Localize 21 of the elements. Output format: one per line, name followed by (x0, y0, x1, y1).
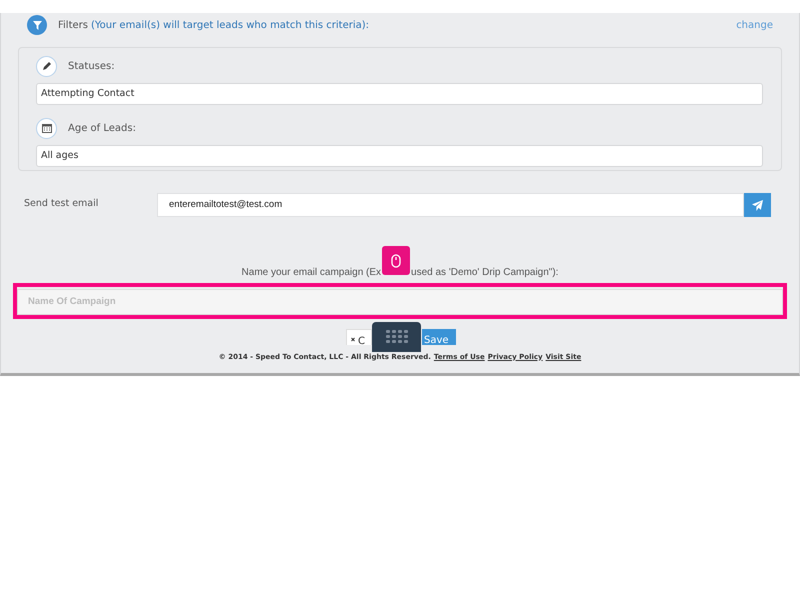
pencil-icon (36, 56, 57, 76)
field-label: Statuses: (68, 60, 115, 74)
mouse-badge[interactable] (382, 246, 410, 275)
send-button[interactable] (744, 193, 771, 217)
field-label: Age of Leads: (68, 122, 136, 136)
filters-subtitle: (Your email(s) will target leads who match this criteria): (90, 18, 370, 32)
send-icon (752, 200, 763, 210)
keypad-button[interactable] (372, 322, 421, 352)
filter-icon (27, 15, 47, 35)
cancel-button[interactable]: C (346, 328, 372, 344)
select-field[interactable]: All ages (36, 145, 763, 167)
field-label: Send test email (24, 197, 100, 211)
campaign-label: used as 'Demo' Drip Campaign"): (411, 266, 558, 280)
calendar-icon (36, 118, 57, 138)
filters-title: Filters (58, 18, 88, 32)
campaign-label: Name your email campaign (Ex (242, 266, 382, 280)
select-field[interactable]: Attempting Contact (36, 83, 763, 105)
grid-icon (386, 330, 408, 344)
email-field[interactable]: enteremailtotest@test.com (157, 193, 744, 217)
campaign-name-field[interactable]: Name Of Campaign (17, 288, 783, 314)
close-icon (351, 336, 356, 342)
